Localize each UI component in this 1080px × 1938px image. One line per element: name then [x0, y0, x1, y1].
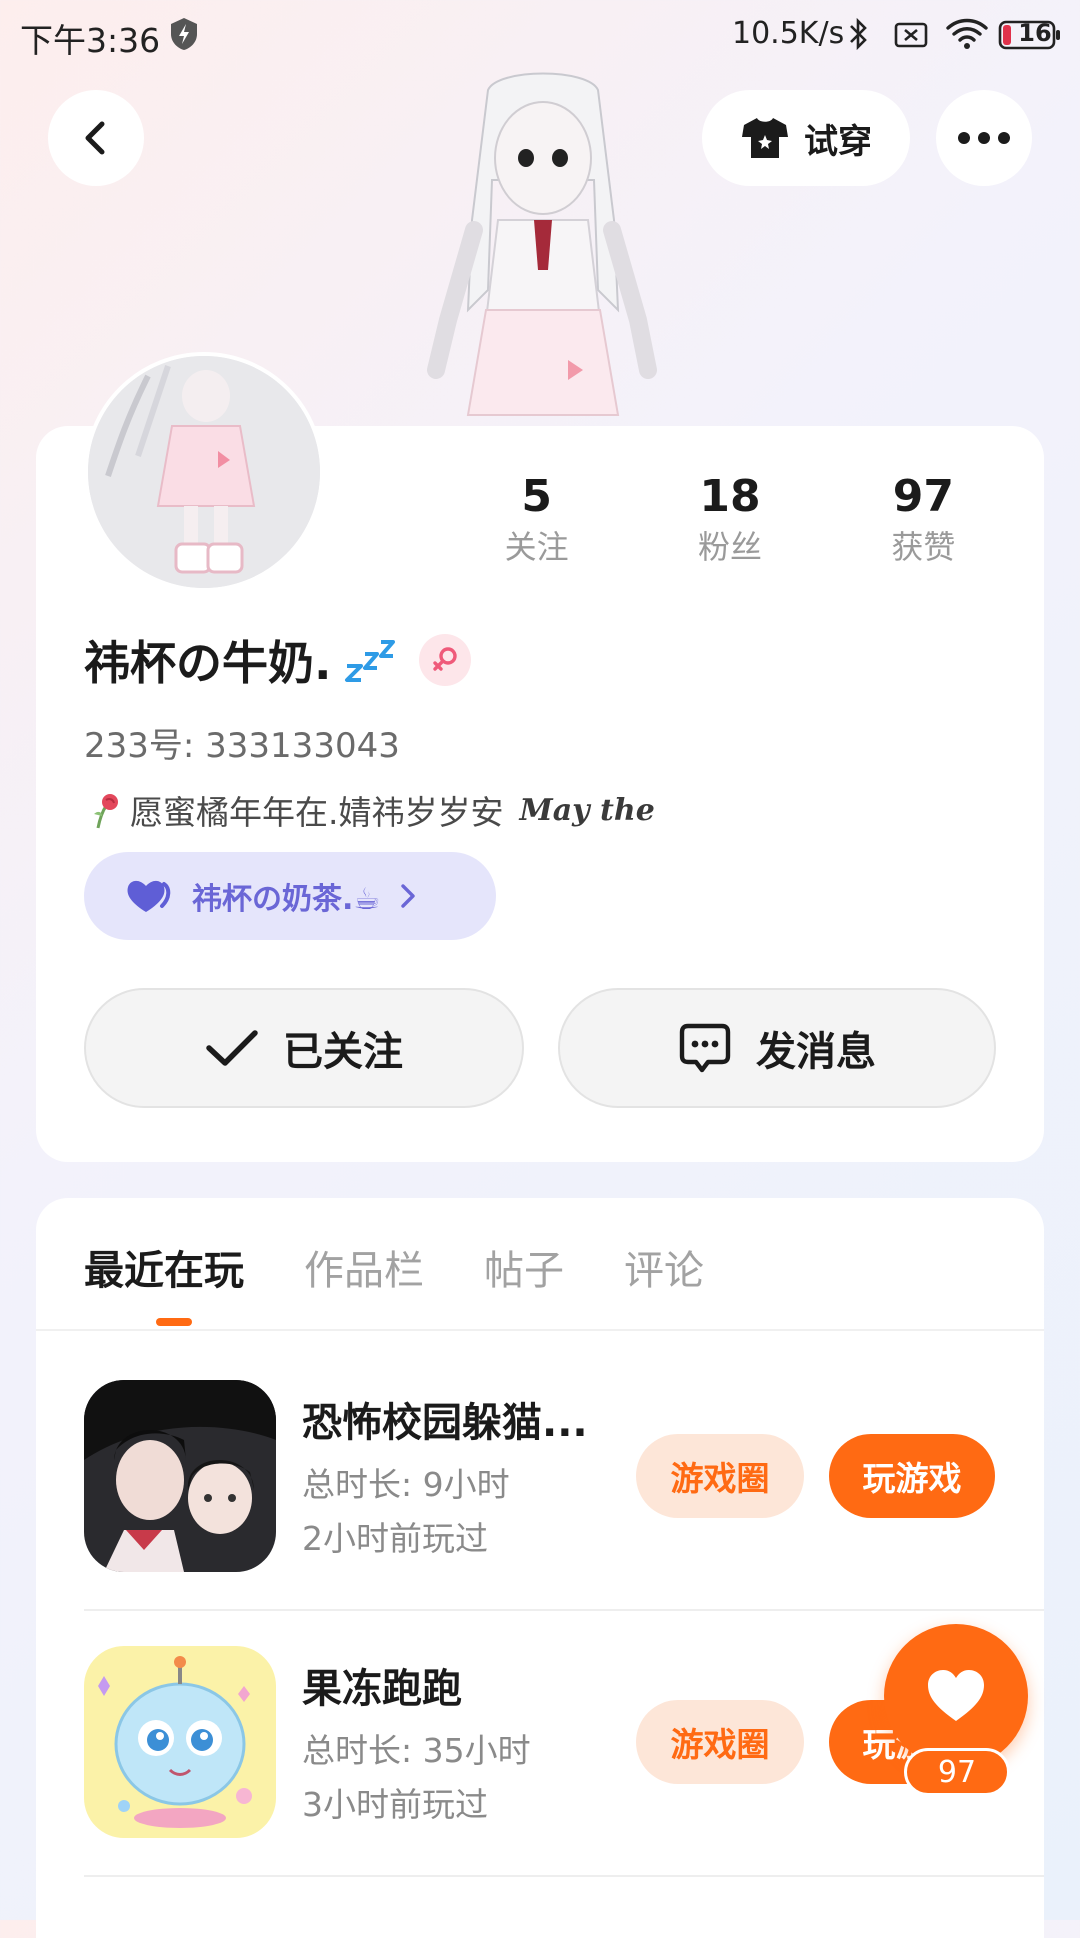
game-thumbnail: [84, 1380, 276, 1572]
gender-badge: [419, 634, 472, 686]
game-total-time: 总时长: 9小时: [302, 1465, 510, 1504]
stats-row: 5 关注 18 粉丝 97 获赞: [440, 470, 1020, 580]
nickname: 祎杯の牛奶.: [84, 636, 332, 690]
stat-label: 粉丝: [697, 528, 762, 566]
chevron-right-icon: [401, 884, 415, 908]
shield-icon: [171, 18, 197, 50]
tab-comments[interactable]: 评论: [624, 1238, 704, 1318]
game-icon: [84, 1380, 276, 1572]
stat-likes[interactable]: 97 获赞: [827, 470, 1020, 580]
followed-button[interactable]: 已关注: [84, 988, 524, 1108]
stat-fans[interactable]: 18 粉丝: [633, 470, 826, 580]
game-last-played: 2小时前玩过: [302, 1519, 488, 1558]
try-on-label: 试穿: [804, 121, 872, 162]
game-icon: [84, 1646, 276, 1838]
female-icon: [433, 647, 458, 671]
stat-value: 97: [892, 471, 954, 522]
rose-icon: [94, 794, 118, 829]
avatar[interactable]: [84, 352, 324, 592]
status-bar: 下午3:36 10.5K/s 16: [0, 0, 1080, 72]
heart-icon: [127, 880, 171, 912]
try-on-button[interactable]: 试穿: [702, 90, 910, 186]
stat-value: 18: [699, 471, 761, 522]
chevron-left-icon: [85, 121, 105, 155]
bluetooth-icon: [850, 17, 867, 51]
network-speed: 10.5K/s: [732, 16, 845, 51]
stat-value: 5: [521, 471, 552, 522]
check-icon: [206, 1030, 258, 1066]
heart-icon: [928, 1670, 984, 1721]
cp-relation-tag[interactable]: 祎杯の奶茶.☕: [84, 852, 496, 940]
avatar-image: [88, 356, 320, 588]
list-item[interactable]: 恐怖校园躲猫... 总时长: 9小时 2小时前玩过 游戏圈 玩游戏: [84, 1380, 1044, 1580]
bio: 愿蜜橘年年在.婧祎岁岁安 May the: [84, 786, 655, 834]
sleep-zzz-icon: [345, 640, 396, 682]
back-button[interactable]: [48, 90, 144, 186]
battery-level: 16: [1018, 19, 1052, 47]
send-message-button[interactable]: 发消息: [558, 988, 996, 1108]
status-time: 下午3:36: [20, 21, 161, 60]
tshirt-icon: [742, 118, 788, 158]
like-button[interactable]: [884, 1624, 1028, 1768]
cp-tag-label: 祎杯の奶茶.☕: [192, 882, 381, 917]
stat-label: 关注: [504, 528, 569, 566]
chat-bubble-icon: [679, 1023, 731, 1073]
send-message-label: 发消息: [756, 1029, 876, 1075]
row-divider: [84, 1875, 1044, 1877]
game-last-played: 3小时前玩过: [302, 1785, 488, 1824]
game-circle-button[interactable]: 游戏圈: [636, 1700, 804, 1784]
like-count: 97: [904, 1748, 1010, 1796]
tab-divider: [36, 1329, 1044, 1331]
user-id: 233号: 333133043: [84, 726, 400, 766]
bio-text: 愿蜜橘年年在.婧祎岁岁安: [130, 793, 504, 832]
bio-english-text: May the: [519, 792, 655, 828]
stat-label: 获赞: [891, 528, 956, 566]
game-circle-button[interactable]: 游戏圈: [636, 1434, 804, 1518]
tab-recently-played[interactable]: 最近在玩: [84, 1238, 244, 1318]
tab-posts[interactable]: 帖子: [484, 1238, 564, 1318]
tab-works[interactable]: 作品栏: [304, 1238, 424, 1318]
stat-following[interactable]: 5 关注: [440, 470, 633, 580]
nickname-row: 祎杯の牛奶.: [84, 630, 472, 690]
game-name: 果冻跑跑: [302, 1666, 462, 1712]
avatar-3d-figure: [427, 72, 657, 416]
no-sim-icon: [894, 22, 928, 48]
game-total-time: 总时长: 35小时: [302, 1731, 531, 1770]
play-game-button[interactable]: 玩游戏: [829, 1434, 995, 1518]
game-thumbnail: [84, 1646, 276, 1838]
game-name: 恐怖校园躲猫...: [302, 1400, 588, 1446]
row-divider: [84, 1609, 1044, 1611]
more-dots-icon: [958, 132, 1010, 144]
wifi-icon: [946, 18, 988, 49]
followed-label: 已关注: [283, 1029, 403, 1075]
tab-indicator: [156, 1318, 192, 1326]
more-button[interactable]: [936, 90, 1032, 186]
profile-tabs: 最近在玩 作品栏 帖子 评论: [84, 1238, 704, 1318]
